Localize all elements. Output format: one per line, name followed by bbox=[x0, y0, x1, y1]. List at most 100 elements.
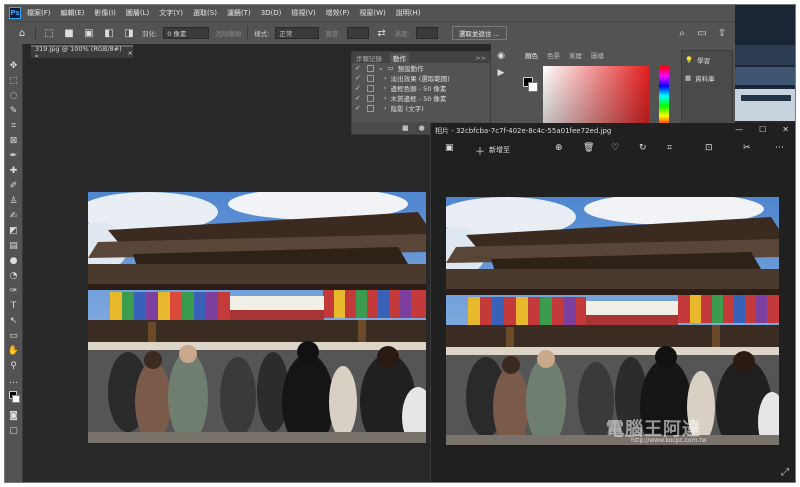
intersect-selection-icon[interactable]: ◨ bbox=[122, 26, 136, 40]
workspace-icon[interactable]: ▭ bbox=[695, 26, 709, 40]
chevron-right-icon[interactable]: › bbox=[384, 94, 387, 102]
more-options-icon[interactable]: ⋯ bbox=[775, 143, 784, 153]
tab-color[interactable]: 顏色 bbox=[525, 50, 538, 60]
stop-icon[interactable]: ■ bbox=[402, 124, 409, 132]
dialog-toggle[interactable] bbox=[367, 64, 374, 72]
healing-tool-icon[interactable]: ✚ bbox=[8, 165, 20, 176]
tab-swatches[interactable]: 色票 bbox=[547, 50, 560, 60]
menu-file[interactable]: 檔案(F) bbox=[27, 8, 51, 18]
action-row[interactable]: ✓ › 淡出效果 (選取範圍) bbox=[352, 73, 490, 83]
delete-icon[interactable]: 🗑 bbox=[583, 143, 594, 153]
zoom-tool-icon[interactable]: ⚲ bbox=[8, 360, 20, 371]
lasso-tool-icon[interactable]: ◌ bbox=[8, 90, 20, 101]
share-icon[interactable]: ⇪ bbox=[715, 26, 729, 40]
shape-tool-icon[interactable]: ▭ bbox=[8, 330, 20, 341]
menu-image[interactable]: 影像(I) bbox=[94, 8, 116, 18]
panel-expand-icon[interactable]: >> bbox=[475, 54, 486, 62]
more-tools-icon[interactable]: … bbox=[8, 375, 20, 386]
crop-tool-icon[interactable]: ⌗ bbox=[8, 120, 20, 131]
check-icon[interactable]: ✓ bbox=[355, 104, 363, 112]
dialog-toggle[interactable] bbox=[367, 74, 374, 82]
crop-icon[interactable]: ⌗ bbox=[667, 143, 672, 153]
action-set-row[interactable]: ✓ ⌄ ▭ 預設動作 bbox=[352, 63, 490, 73]
new-selection-icon[interactable]: ■ bbox=[62, 26, 76, 40]
height-input[interactable] bbox=[415, 27, 438, 39]
color-swatches-icon[interactable] bbox=[8, 390, 20, 406]
learn-item[interactable]: 💡 學習 bbox=[682, 51, 732, 69]
chevron-right-icon[interactable]: › bbox=[384, 84, 387, 92]
dodge-tool-icon[interactable]: ◔ bbox=[8, 270, 20, 281]
add-icon[interactable]: ＋ bbox=[475, 143, 485, 158]
pen-tool-icon[interactable]: ✑ bbox=[8, 285, 20, 296]
zoom-icon[interactable]: ⊕ bbox=[555, 143, 563, 153]
quick-select-tool-icon[interactable]: ✎ bbox=[8, 105, 20, 116]
play-action-icon[interactable]: ▶ bbox=[495, 67, 507, 78]
marquee-tool-icon[interactable]: ⬚ bbox=[8, 75, 20, 86]
tab-history[interactable]: 步驟記錄 bbox=[356, 53, 382, 63]
tab-actions[interactable]: 動作 bbox=[390, 52, 409, 63]
history-brush-tool-icon[interactable]: ✍ bbox=[8, 210, 20, 221]
marquee-preset-icon[interactable]: ⬚ bbox=[42, 26, 56, 40]
menu-edit[interactable]: 編輯(E) bbox=[61, 8, 85, 18]
menu-3d[interactable]: 3D(D) bbox=[261, 9, 282, 17]
gradient-tool-icon[interactable]: ▤ bbox=[8, 240, 20, 251]
libraries-item[interactable]: ▦ 資料庫 bbox=[682, 69, 732, 87]
menu-layer[interactable]: 圖層(L) bbox=[126, 8, 149, 18]
menu-view[interactable]: 檢視(V) bbox=[291, 8, 315, 18]
antialias-checkbox[interactable]: 消除鋸齒 bbox=[215, 28, 241, 38]
type-tool-icon[interactable]: T bbox=[8, 300, 20, 311]
brush-tool-icon[interactable]: ✐ bbox=[8, 180, 20, 191]
add-to-button[interactable]: 新增至 bbox=[489, 145, 510, 155]
chevron-down-icon[interactable]: ⌄ bbox=[378, 64, 383, 72]
select-and-mask-button[interactable]: 選取並遮住 ... bbox=[451, 26, 507, 40]
menu-filter[interactable]: 濾鏡(T) bbox=[227, 8, 251, 18]
eraser-tool-icon[interactable]: ◩ bbox=[8, 225, 20, 236]
tab-gradients[interactable]: 漸層 bbox=[569, 50, 582, 60]
info-icon[interactable]: ◉ bbox=[495, 50, 507, 61]
path-select-tool-icon[interactable]: ↖ bbox=[8, 315, 20, 326]
document-close-icon[interactable]: × bbox=[128, 49, 133, 57]
minimize-button[interactable]: — bbox=[735, 125, 743, 134]
color-picker-field[interactable] bbox=[543, 66, 649, 126]
gallery-icon[interactable]: ▣ bbox=[445, 143, 454, 153]
maximize-button[interactable]: ☐ bbox=[759, 125, 766, 134]
eyedropper-tool-icon[interactable]: ✒ bbox=[8, 150, 20, 161]
menu-window[interactable]: 視窗(W) bbox=[359, 8, 385, 18]
dialog-toggle[interactable] bbox=[367, 104, 374, 112]
edit-icon[interactable]: ⊡ bbox=[705, 143, 713, 153]
swap-icon[interactable]: ⇄ bbox=[375, 26, 389, 40]
chevron-right-icon[interactable]: › bbox=[384, 74, 387, 82]
check-icon[interactable]: ✓ bbox=[355, 94, 363, 102]
subtract-selection-icon[interactable]: ◧ bbox=[102, 26, 116, 40]
menu-plugins[interactable]: 增效(P) bbox=[326, 8, 350, 18]
move-tool-icon[interactable]: ✥ bbox=[8, 60, 20, 71]
add-selection-icon[interactable]: ▣ bbox=[82, 26, 96, 40]
fullscreen-icon[interactable]: ⤢ bbox=[781, 467, 789, 478]
frame-tool-icon[interactable]: ⊠ bbox=[8, 135, 20, 146]
search-icon[interactable]: ⌕ bbox=[675, 26, 689, 40]
close-button[interactable]: ✕ bbox=[782, 125, 789, 134]
check-icon[interactable]: ✓ bbox=[355, 84, 363, 92]
record-icon[interactable]: ● bbox=[419, 124, 425, 132]
favorite-icon[interactable]: ♡ bbox=[611, 143, 619, 153]
check-icon[interactable]: ✓ bbox=[355, 64, 363, 72]
tab-patterns[interactable]: 圖樣 bbox=[591, 50, 604, 60]
menu-select[interactable]: 選取(S) bbox=[193, 8, 217, 18]
style-select[interactable]: 正常 bbox=[275, 27, 320, 39]
action-row[interactable]: ✓ › 木質邊框 - 50 像素 bbox=[352, 93, 490, 103]
hue-slider[interactable] bbox=[659, 66, 669, 126]
quick-mask-icon[interactable]: ◙ bbox=[8, 410, 20, 421]
dialog-toggle[interactable] bbox=[367, 84, 374, 92]
blur-tool-icon[interactable]: ● bbox=[8, 255, 20, 266]
rotate-icon[interactable]: ↻ bbox=[639, 143, 647, 153]
menu-help[interactable]: 說明(H) bbox=[396, 8, 421, 18]
enhance-icon[interactable]: ✂ bbox=[743, 143, 751, 153]
stamp-tool-icon[interactable]: ♙ bbox=[8, 195, 20, 206]
dialog-toggle[interactable] bbox=[367, 94, 374, 102]
background-swatch[interactable] bbox=[528, 82, 538, 92]
hand-tool-icon[interactable]: ✋ bbox=[8, 345, 20, 356]
feather-input[interactable]: 0 像素 bbox=[163, 27, 210, 39]
chevron-right-icon[interactable]: › bbox=[384, 104, 387, 112]
screen-mode-icon[interactable]: ▢ bbox=[8, 425, 20, 436]
width-input[interactable] bbox=[346, 27, 369, 39]
